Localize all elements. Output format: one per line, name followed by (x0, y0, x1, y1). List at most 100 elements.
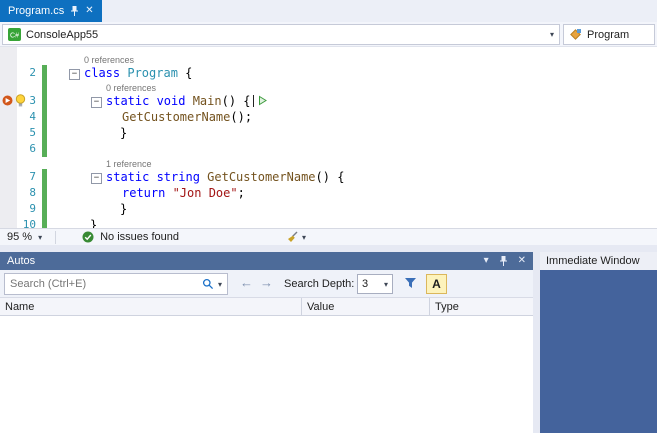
scope-dropdown[interactable]: Program (563, 24, 655, 45)
glyph-margin[interactable] (0, 109, 18, 125)
csharp-project-icon: C# (8, 28, 21, 41)
code-text[interactable]: } (47, 201, 657, 217)
code-text[interactable]: return "Jon Doe"; (47, 185, 657, 201)
glyph-margin[interactable] (0, 185, 18, 201)
lightbulb-icon[interactable] (15, 94, 26, 107)
zoom-level: 95 % (7, 231, 32, 243)
glyph-margin[interactable] (0, 65, 18, 81)
filter-icon[interactable] (404, 277, 417, 289)
project-dropdown[interactable]: C# ConsoleApp55 ▾ (2, 24, 560, 45)
autos-grid-body[interactable] (0, 316, 533, 433)
document-tab-bar: Program.cs ✕ (0, 0, 657, 22)
code-text[interactable]: −static void Main() { (47, 93, 657, 109)
horizontal-splitter[interactable] (0, 245, 657, 252)
highlight-label: A (432, 277, 441, 291)
code-token: static (106, 170, 157, 184)
text-caret (253, 95, 254, 107)
fold-collapse-box[interactable]: − (69, 69, 80, 80)
code-token: Main (193, 94, 222, 108)
zoom-control[interactable]: 95 % ▾ (0, 229, 49, 245)
glyph-margin[interactable] (0, 201, 18, 217)
fold-collapse-box[interactable]: − (91, 97, 102, 108)
code-token: GetCustomerName (122, 110, 230, 124)
pin-icon[interactable] (499, 255, 508, 267)
code-text[interactable] (47, 141, 657, 157)
autos-title: Autos (7, 255, 35, 267)
chevron-down-icon[interactable]: ▾ (218, 280, 222, 289)
code-token: } (120, 202, 127, 216)
code-text[interactable]: −class Program { (47, 65, 657, 81)
code-text[interactable]: −static string GetCustomerName() { (47, 169, 657, 185)
pin-icon[interactable] (70, 5, 79, 17)
glyph-margin[interactable] (0, 53, 18, 65)
chevron-down-icon: ▾ (302, 233, 306, 242)
vs-window: Program.cs ✕ C# ConsoleApp55 ▾ Program 0… (0, 0, 657, 433)
class-icon (569, 28, 582, 41)
tab-title: Program.cs (8, 5, 64, 17)
glyph-margin[interactable] (0, 81, 18, 93)
code-text[interactable]: } (47, 125, 657, 141)
code-token: class (84, 66, 127, 80)
document-health-indicator[interactable]: No issues found (82, 231, 179, 243)
window-position-icon[interactable]: ▾ (484, 256, 489, 266)
glyph-margin[interactable] (0, 169, 18, 185)
code-text[interactable]: } (47, 217, 657, 228)
code-cleanup-button[interactable]: ▾ (286, 231, 306, 243)
autos-title-bar[interactable]: Autos ▾ ✕ (0, 252, 533, 270)
search-input[interactable]: Search (Ctrl+E) ▾ (4, 273, 228, 295)
line-number (18, 53, 42, 65)
fold-collapse-box[interactable]: − (91, 173, 102, 184)
code-text[interactable]: 0 references (47, 53, 657, 65)
codelens-label[interactable]: 0 references (106, 83, 156, 93)
code-token: return (122, 186, 173, 200)
glyph-margin[interactable] (0, 157, 18, 169)
column-header-value[interactable]: Value (302, 298, 430, 315)
code-text[interactable]: 1 reference (47, 157, 657, 169)
search-depth-label: Search Depth: (284, 278, 354, 290)
vertical-splitter[interactable] (533, 252, 540, 433)
chevron-down-icon: ▾ (384, 280, 388, 289)
project-name: ConsoleApp55 (26, 29, 545, 41)
immediate-window-title-bar[interactable]: Immediate Window (540, 252, 657, 270)
glyph-margin[interactable] (0, 141, 18, 157)
code-token: GetCustomerName (207, 170, 315, 184)
line-number: 10 (18, 217, 42, 228)
current-line-icon[interactable] (2, 95, 13, 106)
codelens-label[interactable]: 1 reference (106, 159, 152, 169)
code-token: { (178, 66, 192, 80)
highlight-toggle-button[interactable]: A (426, 274, 447, 294)
run-indicator-icon[interactable] (258, 95, 267, 106)
autos-window: Autos ▾ ✕ Search (Ctrl+E) ▾ ← → Search D… (0, 252, 533, 433)
code-editor[interactable]: 0 references2−class Program {0 reference… (0, 47, 657, 228)
immediate-window-body[interactable] (540, 270, 657, 433)
codelens-row: 0 references (0, 53, 657, 65)
codelens-row: 1 reference (0, 157, 657, 169)
tab-program-cs[interactable]: Program.cs ✕ (0, 0, 102, 22)
codelens-label[interactable]: 0 references (84, 55, 134, 65)
search-icon[interactable] (202, 278, 214, 290)
autos-toolbar: Search (Ctrl+E) ▾ ← → Search Depth: 3 ▾ … (0, 270, 533, 298)
editor-status-strip: 95 % ▾ No issues found ▾ (0, 228, 657, 245)
code-line: 3−static void Main() { (0, 93, 657, 109)
glyph-margin[interactable] (0, 125, 18, 141)
code-text[interactable]: 0 references (47, 81, 657, 93)
code-token: () { (316, 170, 345, 184)
close-icon[interactable]: ✕ (518, 256, 526, 266)
code-token: string (157, 170, 208, 184)
previous-result-button[interactable]: ← (240, 275, 253, 290)
column-header-type[interactable]: Type (430, 298, 533, 315)
code-text[interactable]: GetCustomerName(); (47, 109, 657, 125)
code-token: } (120, 126, 127, 140)
search-depth-select[interactable]: 3 ▾ (357, 274, 393, 294)
divider (55, 231, 56, 244)
glyph-margin[interactable] (0, 217, 18, 228)
health-text: No issues found (100, 231, 179, 243)
column-header-name[interactable]: Name (0, 298, 302, 315)
line-number (18, 81, 42, 93)
code-line: 10} (0, 217, 657, 228)
close-icon[interactable]: ✕ (85, 6, 93, 16)
next-result-button[interactable]: → (260, 275, 273, 290)
check-circle-icon (82, 231, 94, 243)
code-line: 6 (0, 141, 657, 157)
code-token: "Jon Doe" (173, 186, 238, 200)
